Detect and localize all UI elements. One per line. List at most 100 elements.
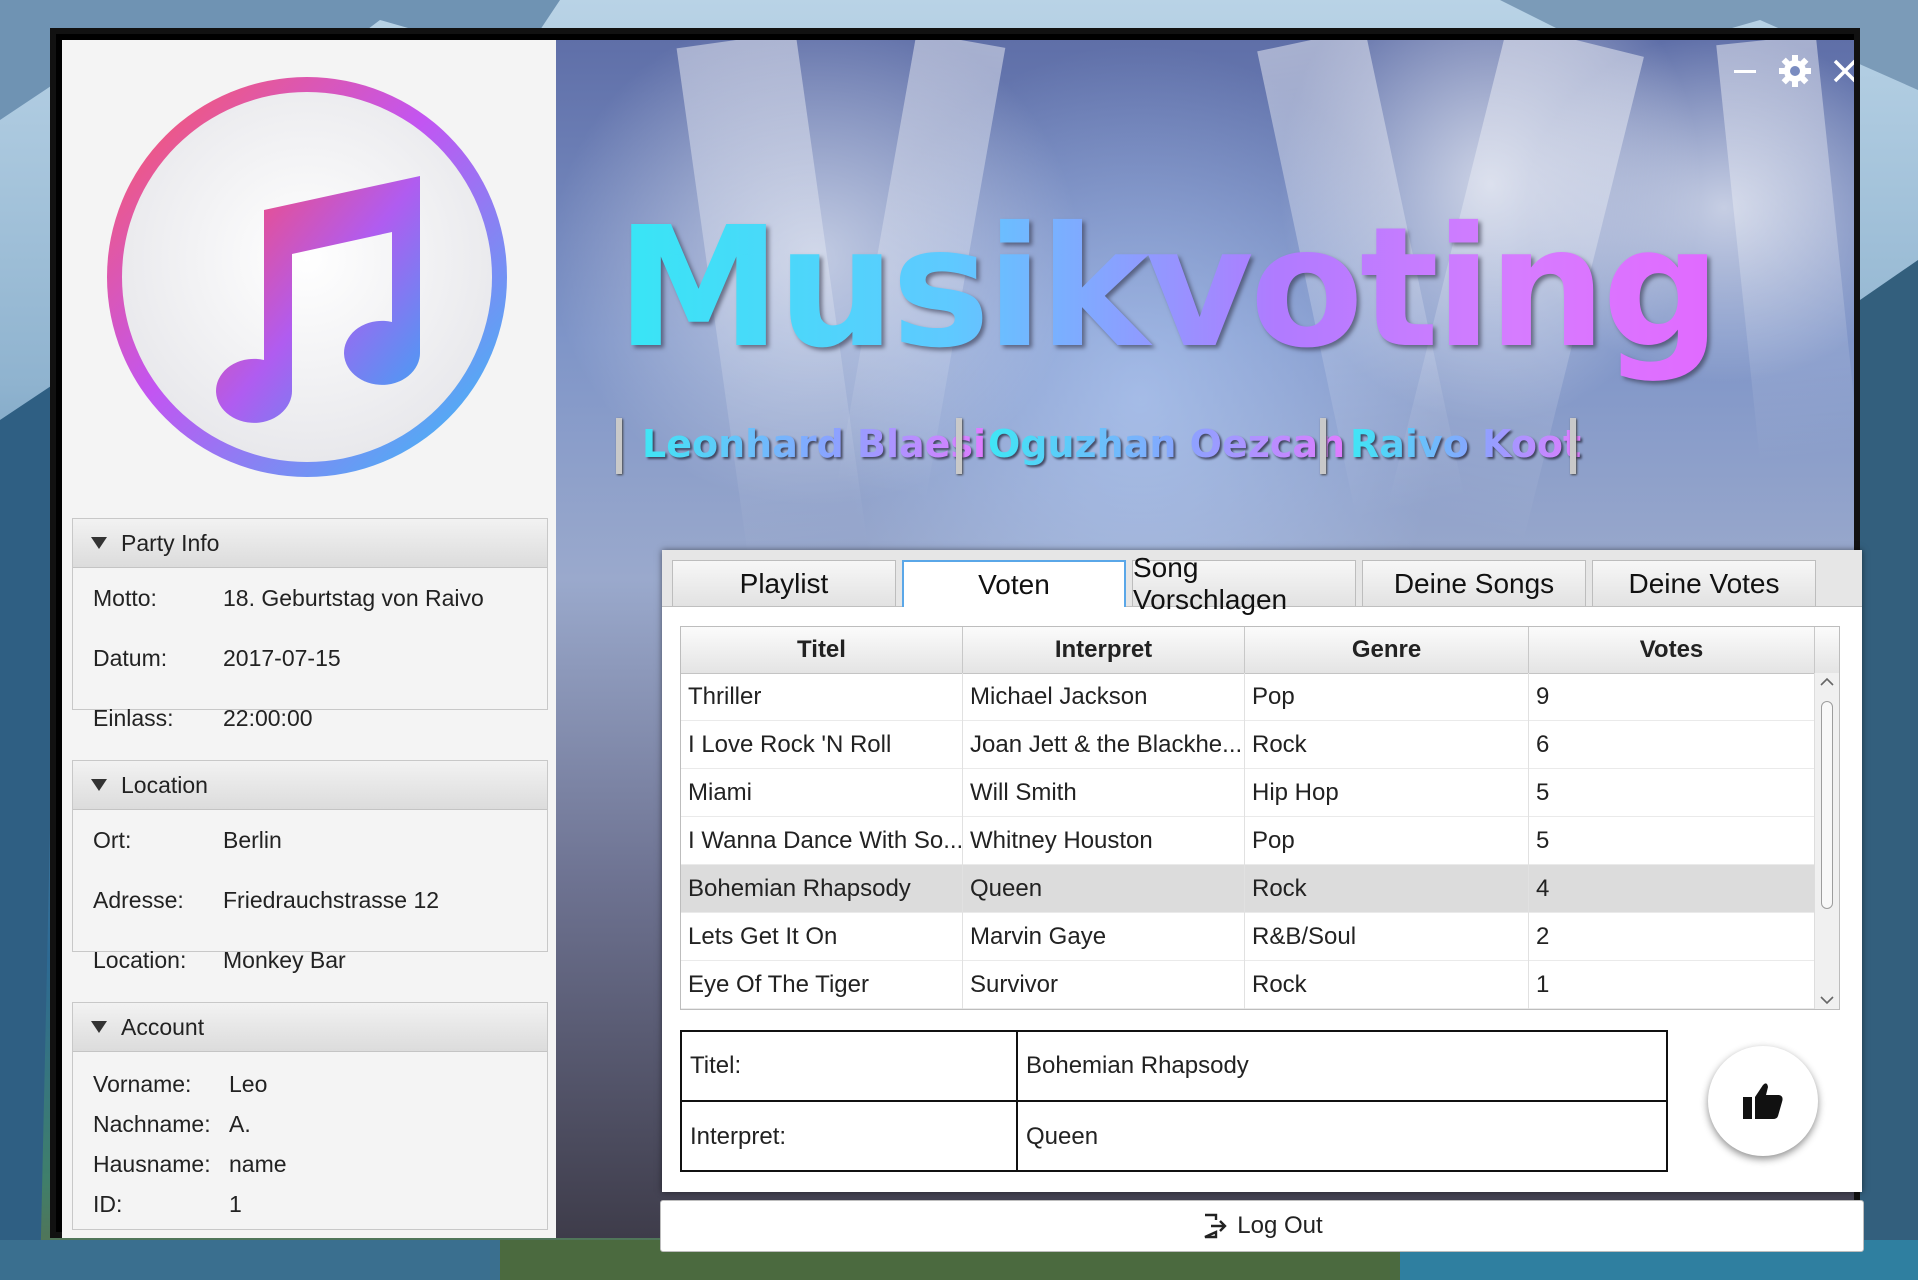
- minimize-icon[interactable]: [1728, 54, 1762, 88]
- cell-genre: R&B/Soul: [1245, 913, 1529, 961]
- logout-label: Log Out: [1237, 1212, 1323, 1239]
- cell-genre: Rock: [1245, 865, 1529, 913]
- venue-value: Monkey Bar: [223, 946, 346, 973]
- selected-song-detail: Titel: Bohemian Rhapsody Interpret: Quee…: [680, 1030, 1668, 1172]
- app-window: Party Info Motto: 18. Geburtstag von Rai…: [50, 28, 1864, 1252]
- detail-title-label: Titel:: [682, 1032, 1018, 1102]
- admission-value: 22:00:00: [223, 704, 313, 731]
- id-value: 1: [229, 1190, 242, 1217]
- vote-button[interactable]: [1708, 1046, 1818, 1156]
- logout-icon: [1204, 1213, 1227, 1239]
- date-row: Datum: 2017-07-15: [73, 628, 547, 688]
- scroll-up-icon[interactable]: [1820, 677, 1834, 687]
- cell-genre: Rock: [1245, 961, 1529, 1009]
- voting-card: Playlist Voten Song Vorschlagen Deine So…: [662, 550, 1862, 1192]
- city-value: Berlin: [223, 826, 282, 853]
- lastname-label: Nachname:: [93, 1110, 211, 1137]
- left-panel: Party Info Motto: 18. Geburtstag von Rai…: [62, 40, 556, 1238]
- id-label: ID:: [93, 1190, 123, 1217]
- tab-song-vorschlagen[interactable]: Song Vorschlagen: [1132, 552, 1356, 615]
- venue-row: Location: Monkey Bar: [73, 930, 547, 990]
- author-3: Raivo Koot: [1350, 422, 1582, 466]
- songs-table: Titel Interpret Genre Votes Thriller Mic…: [680, 626, 1840, 1010]
- column-header-interpret[interactable]: Interpret: [963, 627, 1245, 673]
- account-pane: Account Vorname: Leo Nachname: A. Hausna…: [72, 1002, 548, 1230]
- housename-value: name: [229, 1150, 287, 1177]
- column-header-votes[interactable]: Votes: [1529, 627, 1815, 673]
- housename-label: Hausname:: [93, 1150, 211, 1177]
- table-row-selected[interactable]: Bohemian Rhapsody Queen Rock 4: [681, 865, 1815, 913]
- city-label: Ort:: [93, 826, 132, 853]
- table-row[interactable]: Thriller Michael Jackson Pop 9: [681, 673, 1815, 721]
- separator: [1320, 418, 1326, 474]
- authors-bar: Leonhard Blaesi Oguzhan Oezcan Raivo Koo…: [616, 412, 1836, 482]
- separator: [1570, 418, 1576, 474]
- cell-artist: Will Smith: [963, 769, 1245, 817]
- table-scrollbar[interactable]: [1814, 673, 1839, 1009]
- scroll-down-icon[interactable]: [1820, 995, 1834, 1005]
- date-value: 2017-07-15: [223, 644, 341, 671]
- cell-genre: Rock: [1245, 721, 1529, 769]
- lastname-row: Nachname: A.: [73, 1104, 547, 1144]
- cell-votes: 6: [1529, 721, 1815, 769]
- date-label: Datum:: [93, 644, 168, 671]
- party-info-header[interactable]: Party Info: [73, 519, 547, 568]
- table-row[interactable]: I Wanna Dance With So... Whitney Houston…: [681, 817, 1815, 865]
- admission-label: Einlass:: [93, 704, 174, 731]
- id-row: ID: 1: [73, 1184, 547, 1224]
- firstname-value: Leo: [229, 1070, 268, 1097]
- cell-artist: Marvin Gaye: [963, 913, 1245, 961]
- gear-icon[interactable]: [1778, 54, 1812, 88]
- separator: [956, 418, 962, 474]
- cell-genre: Hip Hop: [1245, 769, 1529, 817]
- detail-title-value: Bohemian Rhapsody: [1018, 1032, 1666, 1102]
- close-icon[interactable]: [1828, 54, 1854, 88]
- table-row[interactable]: Lets Get It On Marvin Gaye R&B/Soul 2: [681, 913, 1815, 961]
- tab-deine-votes[interactable]: Deine Votes: [1592, 560, 1816, 606]
- column-header-titel[interactable]: Titel: [681, 627, 963, 673]
- address-label: Adresse:: [93, 886, 184, 913]
- itunes-logo: [102, 72, 512, 482]
- logout-button[interactable]: Log Out: [660, 1200, 1864, 1252]
- tab-bar: Playlist Voten Song Vorschlagen Deine So…: [662, 550, 1862, 615]
- collapse-triangle-icon: [91, 1021, 107, 1033]
- cell-title: I Wanna Dance With So...: [681, 817, 963, 865]
- table-row[interactable]: Miami Will Smith Hip Hop 5: [681, 769, 1815, 817]
- cell-artist: Whitney Houston: [963, 817, 1245, 865]
- account-title: Account: [121, 1013, 205, 1040]
- collapse-triangle-icon: [91, 779, 107, 791]
- address-value: Friedrauchstrasse 12: [223, 886, 440, 913]
- cell-artist: Joan Jett & the Blackhe...: [963, 721, 1245, 769]
- admission-row: Einlass: 22:00:00: [73, 688, 547, 748]
- table-header: Titel Interpret Genre Votes: [681, 627, 1839, 674]
- motto-label: Motto:: [93, 584, 157, 611]
- cell-genre: Pop: [1245, 673, 1529, 721]
- address-row: Adresse: Friedrauchstrasse 12: [73, 870, 547, 930]
- firstname-label: Vorname:: [93, 1070, 192, 1097]
- cell-title: Thriller: [681, 673, 963, 721]
- cell-artist: Michael Jackson: [963, 673, 1245, 721]
- detail-artist-value: Queen: [1026, 1123, 1099, 1150]
- venue-label: Location:: [93, 946, 187, 973]
- table-row[interactable]: I Love Rock 'N Roll Joan Jett & the Blac…: [681, 721, 1815, 769]
- cell-title: Eye Of The Tiger: [681, 961, 963, 1009]
- detail-artist-label: Interpret:: [682, 1102, 1018, 1172]
- thumbs-up-icon: [1743, 1083, 1783, 1119]
- tab-voten[interactable]: Voten: [902, 560, 1126, 607]
- cell-votes: 4: [1529, 865, 1815, 913]
- firstname-row: Vorname: Leo: [73, 1064, 547, 1104]
- party-info-pane: Party Info Motto: 18. Geburtstag von Rai…: [72, 518, 548, 731]
- cell-title: I Love Rock 'N Roll: [681, 721, 963, 769]
- motto-value: 18. Geburtstag von Raivo: [223, 584, 484, 611]
- cell-votes: 9: [1529, 673, 1815, 721]
- scrollbar-thumb[interactable]: [1821, 701, 1833, 909]
- cell-votes: 5: [1529, 769, 1815, 817]
- motto-row: Motto: 18. Geburtstag von Raivo: [73, 568, 547, 628]
- tab-playlist[interactable]: Playlist: [672, 560, 896, 606]
- tab-deine-songs[interactable]: Deine Songs: [1362, 560, 1586, 606]
- city-row: Ort: Berlin: [73, 810, 547, 870]
- table-row[interactable]: Eye Of The Tiger Survivor Rock 1: [681, 961, 1815, 1009]
- column-header-genre[interactable]: Genre: [1245, 627, 1529, 673]
- account-header[interactable]: Account: [73, 1003, 547, 1052]
- location-header[interactable]: Location: [73, 761, 547, 810]
